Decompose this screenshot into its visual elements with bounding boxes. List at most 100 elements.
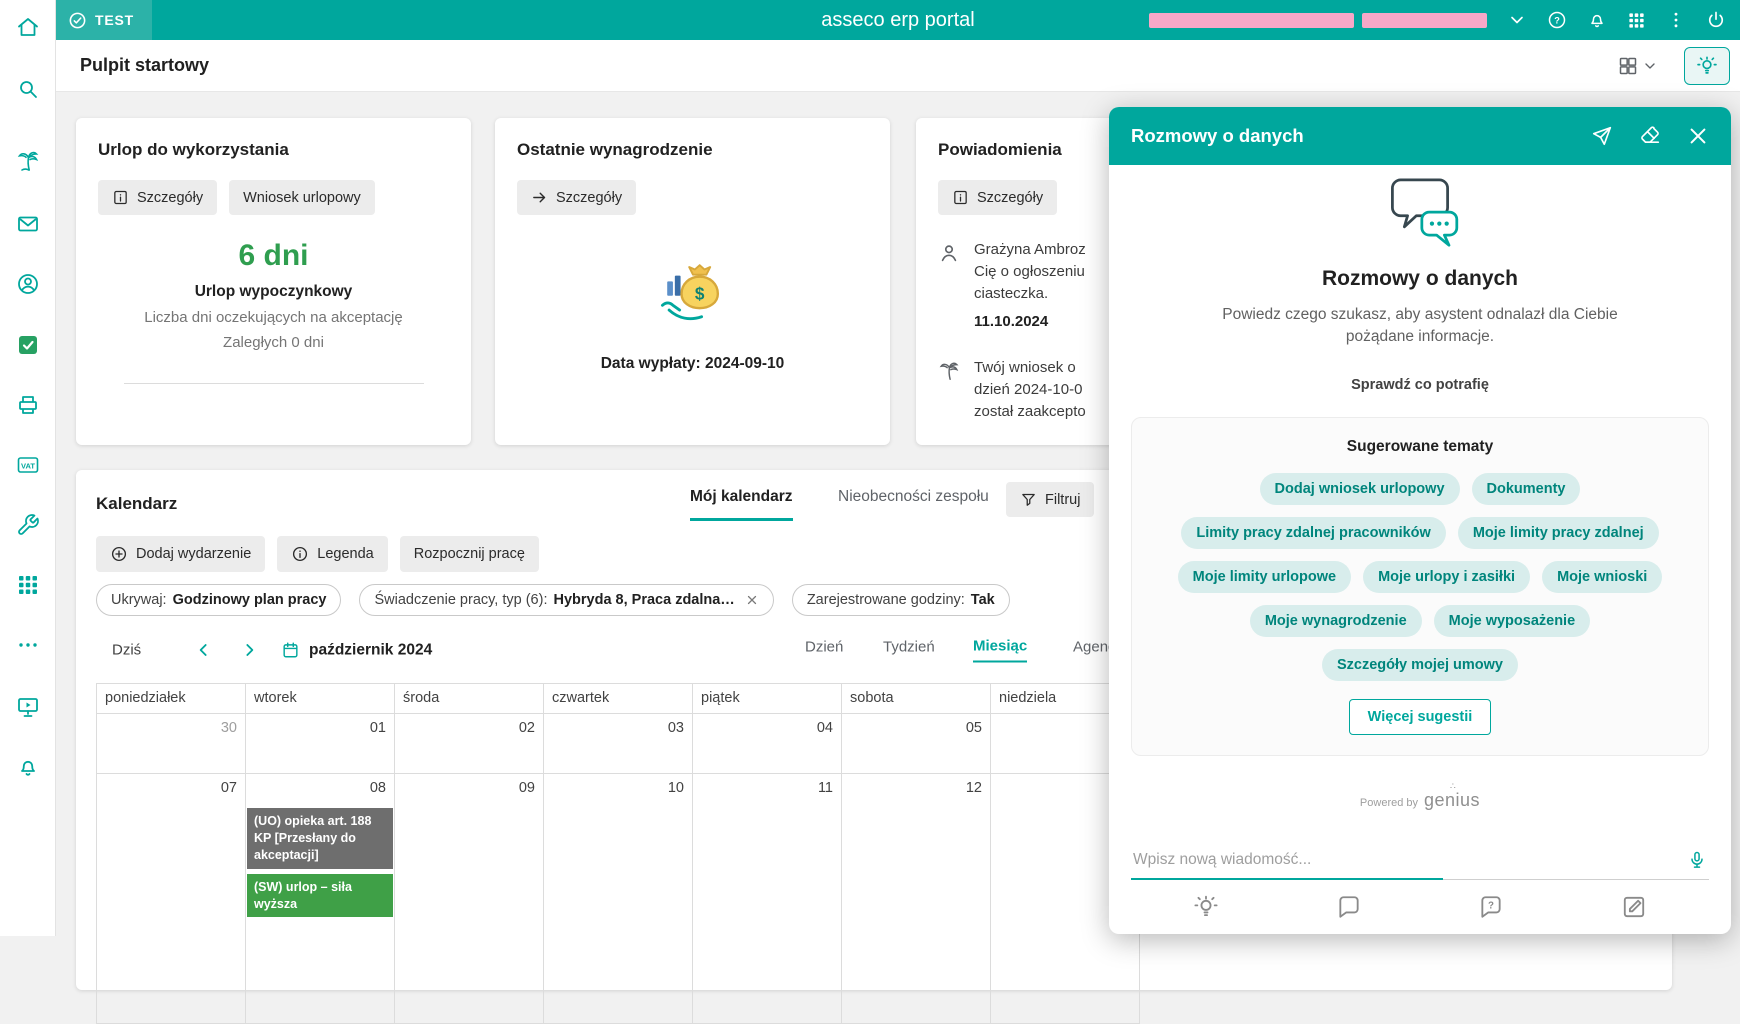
check-capabilities-link[interactable]: Sprawdź co potrafię (1131, 377, 1709, 393)
next-month-button[interactable] (239, 640, 259, 660)
calendar-title: Kalendarz (96, 494, 178, 513)
clear-conversation-button[interactable] (1639, 125, 1661, 147)
filter-chip-hide[interactable]: Ukrywaj: Godzinowy plan pracy (96, 584, 342, 616)
filter-button[interactable]: Filtruj (1006, 482, 1095, 517)
person-icon (938, 242, 960, 333)
vacation-pending-label: Liczba dni oczekujących na akceptację (144, 309, 403, 326)
message-input[interactable] (1133, 851, 1687, 869)
filter-chip-registered-hours[interactable]: Zarejestrowane godziny: Tak (791, 584, 1010, 616)
add-event-button[interactable]: Dodaj wydarzenie (96, 536, 266, 572)
microphone-button[interactable] (1687, 850, 1707, 870)
topic-chip[interactable]: Dokumenty (1471, 472, 1581, 505)
vacation-overdue-label: Zaległych 0 dni (223, 334, 324, 351)
app-title: asseco erp portal (821, 8, 975, 31)
topic-chip[interactable]: Moje urlopy i zasiłki (1363, 560, 1531, 593)
view-tab-week[interactable]: Tydzień (883, 639, 935, 662)
topic-chip[interactable]: Moje wynagrodzenie (1249, 604, 1422, 637)
sidebar-item-printer[interactable] (16, 393, 40, 417)
assistant-panel-title: Rozmowy o danych (1131, 125, 1304, 146)
topic-chip[interactable]: Moje wnioski (1542, 560, 1663, 593)
topic-chip[interactable]: Dodaj wniosek urlopowy (1259, 472, 1460, 505)
plus-circle-icon (111, 546, 127, 562)
day-cell[interactable]: 11 (693, 774, 842, 1024)
sidebar-item-contacts[interactable] (16, 272, 40, 296)
mail-icon (17, 216, 38, 232)
arrow-right-icon (533, 192, 546, 203)
day-cell[interactable]: 10 (544, 774, 693, 1024)
mute-assistant-button[interactable] (1591, 125, 1613, 147)
notification-text-line: dzień 2024-10-0 (974, 380, 1083, 398)
topic-chip[interactable]: Moje wyposażenie (1433, 604, 1591, 637)
sidebar-item-apps[interactable] (16, 573, 40, 597)
day-cell[interactable]: 12 (842, 774, 991, 1024)
sidebar-item-tools[interactable] (16, 513, 40, 537)
funnel-icon (1022, 493, 1035, 506)
svg-text:?: ? (1554, 15, 1560, 25)
dashboard-layout-switcher[interactable] (1618, 56, 1658, 76)
sidebar-item-notifications[interactable] (16, 755, 40, 779)
lightbulb-icon (1697, 55, 1717, 74)
assistant-tab-suggestions[interactable] (1193, 894, 1219, 920)
weekday-label: sobota (842, 684, 991, 714)
current-month-picker[interactable]: październik 2024 (281, 641, 432, 660)
layout-grid-icon (1619, 57, 1637, 74)
apps-launcher-button[interactable] (1627, 11, 1646, 30)
assistant-tab-faq[interactable]: ? (1478, 894, 1504, 920)
day-cell[interactable]: 30 (97, 714, 246, 774)
more-suggestions-button[interactable]: Więcej sugestii (1348, 698, 1492, 735)
today-button[interactable]: Dziś (112, 642, 141, 659)
close-icon (1690, 128, 1706, 144)
sidebar-item-vat[interactable]: VAT (16, 453, 40, 477)
assistant-tab-chat[interactable] (1336, 894, 1362, 920)
day-cell[interactable]: 08 (UO) opieka art. 188 KP [Przesłany do… (246, 774, 395, 1024)
chat-bubble-icon (1339, 896, 1359, 918)
assistant-tab-compose[interactable] (1621, 894, 1647, 920)
day-cell[interactable]: 03 (544, 714, 693, 774)
calendar-event[interactable]: (UO) opieka art. 188 KP [Przesłany do ak… (247, 808, 393, 869)
help-button[interactable]: ? (1547, 10, 1567, 30)
topbar-right-controls: ? (1149, 10, 1740, 30)
day-cell[interactable]: 04 (693, 714, 842, 774)
notifications-details-button[interactable]: Szczegóły (938, 180, 1058, 215)
presentation-icon (17, 698, 38, 717)
svg-text:VAT: VAT (21, 462, 35, 471)
day-cell[interactable]: 02 (395, 714, 544, 774)
day-cell[interactable]: 01 (246, 714, 395, 774)
previous-month-button[interactable] (194, 640, 214, 660)
start-work-button[interactable]: Rozpocznij pracę (399, 536, 539, 572)
vacation-request-button[interactable]: Wniosek urlopowy (229, 180, 375, 215)
day-cell[interactable]: 05 (842, 714, 991, 774)
view-tab-month[interactable]: Miesiąc (973, 638, 1028, 663)
sidebar-item-vacations[interactable] (16, 149, 40, 173)
user-menu-chevron[interactable] (1507, 10, 1527, 30)
tab-my-calendar[interactable]: Mój kalendarz (690, 488, 793, 521)
topic-chip[interactable]: Moje limity urlopowe (1177, 560, 1352, 593)
tab-team-absences[interactable]: Nieobecności zespołu (838, 488, 989, 518)
salary-details-button[interactable]: Szczegóły (517, 180, 637, 215)
legend-button[interactable]: Legenda (277, 536, 388, 572)
remove-filter-button[interactable] (745, 593, 759, 607)
assistant-panel: Rozmowy o danych Rozmowy o danych Powied… (1109, 107, 1731, 934)
overflow-menu-button[interactable] (1666, 10, 1686, 30)
vacation-details-button[interactable]: Szczegóły (98, 180, 218, 215)
sidebar-item-mail[interactable] (16, 212, 40, 236)
topic-chip[interactable]: Limity pracy zdalnej pracowników (1181, 516, 1446, 549)
calendar-event[interactable]: (SW) urlop – siła wyższa (247, 873, 393, 918)
close-panel-button[interactable] (1687, 125, 1709, 147)
sidebar-item-presentation[interactable] (16, 695, 40, 719)
topic-chip[interactable]: Moje limity pracy zdalnej (1457, 516, 1659, 549)
sidebar-item-search[interactable] (16, 77, 40, 101)
day-cell[interactable]: 07 (97, 774, 246, 1024)
sidebar-item-home[interactable] (16, 15, 40, 39)
card-divider (123, 383, 424, 384)
sidebar-item-tasks[interactable] (16, 333, 40, 357)
filter-chip-work-type[interactable]: Świadczenie pracy, typ (6): Hybryda 8, P… (359, 584, 774, 616)
logout-button[interactable] (1706, 10, 1726, 30)
topic-chip[interactable]: Szczegóły mojej umowy (1322, 648, 1518, 681)
day-cell[interactable]: 09 (395, 774, 544, 1024)
sidebar-item-more[interactable] (16, 633, 40, 657)
assistant-panel-header: Rozmowy o danych (1109, 107, 1731, 165)
view-tab-day[interactable]: Dzień (805, 639, 843, 662)
notifications-button[interactable] (1587, 10, 1607, 30)
assistant-toggle-button[interactable] (1684, 46, 1730, 85)
